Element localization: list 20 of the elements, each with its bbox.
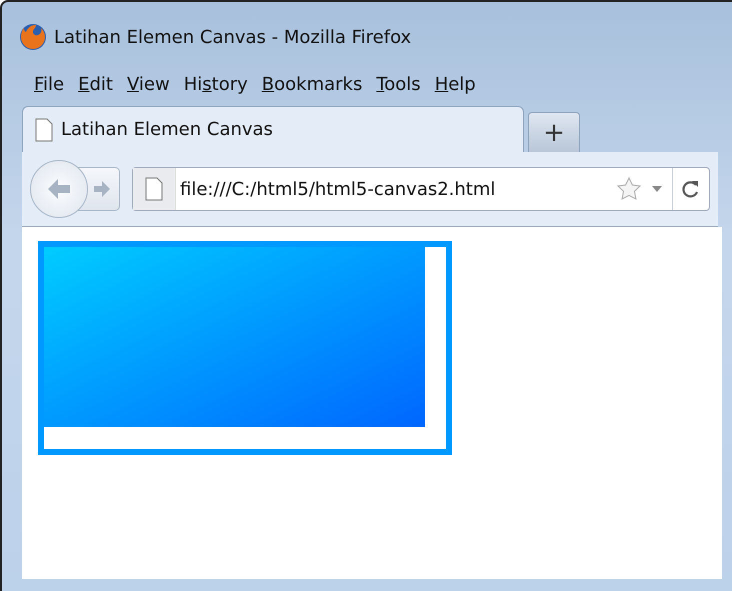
window-title: Latihan Elemen Canvas - Mozilla Firefox <box>54 26 412 48</box>
page-icon <box>145 177 163 201</box>
new-tab-button[interactable]: + <box>528 112 580 152</box>
forward-arrow-icon <box>92 179 112 199</box>
address-bar[interactable]: file:///C:/html5/html5-canvas2.html <box>132 167 710 211</box>
back-arrow-icon <box>46 177 72 201</box>
page-icon <box>35 118 53 142</box>
url-field[interactable]: file:///C:/html5/html5-canvas2.html <box>176 178 616 200</box>
menu-item[interactable]: Tools <box>376 74 421 94</box>
browser-logo-icon <box>18 22 48 52</box>
dropdown-icon[interactable] <box>652 186 662 192</box>
menu-item[interactable]: File <box>34 74 64 94</box>
star-icon[interactable] <box>616 176 642 202</box>
browser-tab[interactable]: Latihan Elemen Canvas <box>22 106 524 152</box>
menu-item[interactable]: Help <box>434 74 476 94</box>
menu-item[interactable]: Edit <box>78 74 113 94</box>
menu-item[interactable]: History <box>184 74 248 94</box>
menu-item[interactable]: View <box>126 74 170 94</box>
reload-icon[interactable] <box>682 180 700 198</box>
menu-item[interactable]: Bookmarks <box>262 74 362 94</box>
